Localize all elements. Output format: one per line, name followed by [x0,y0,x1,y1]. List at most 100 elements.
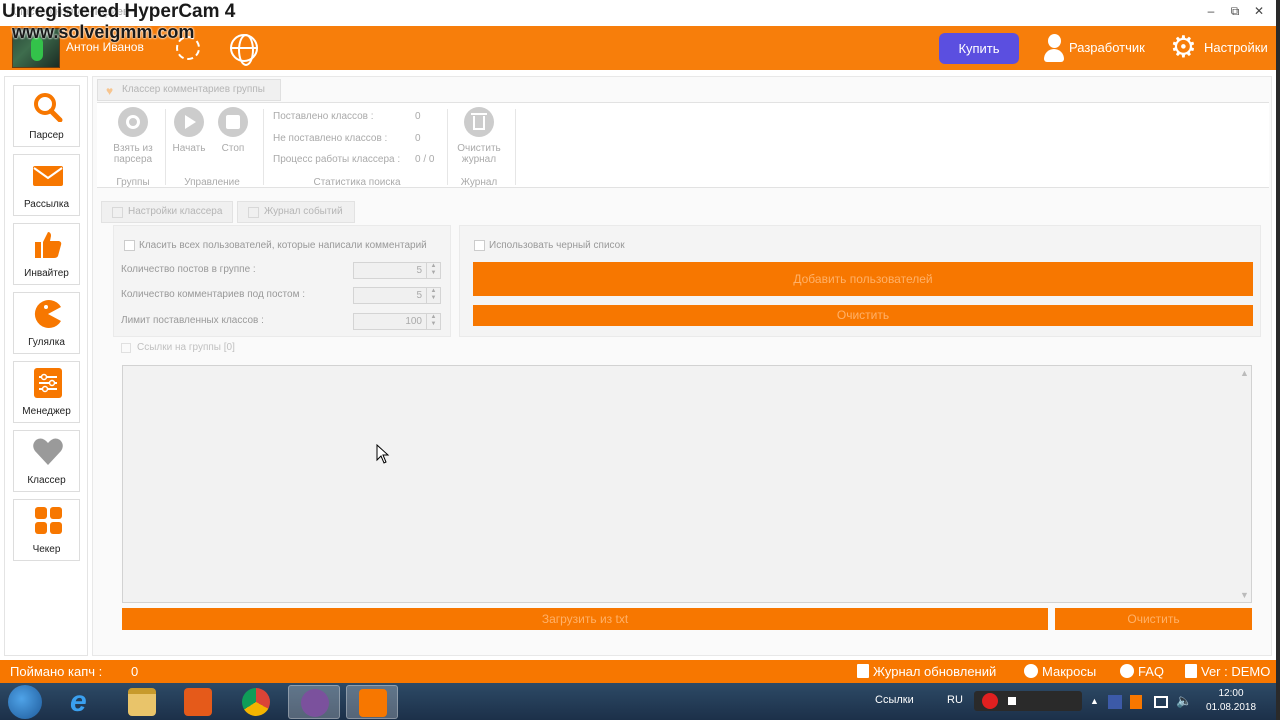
stop-button[interactable]: Стоп [215,107,251,154]
sidebar-item-parser[interactable]: Парсер [13,85,80,147]
title-bar: Классер комментариев – ⧉ ✕ [0,0,1276,26]
taskbar-app[interactable] [346,685,398,719]
settings-icon [112,207,123,218]
maximize-button[interactable]: ⧉ [1228,4,1242,18]
media-player-icon [184,688,212,716]
close-button[interactable]: ✕ [1252,4,1266,18]
macros-link[interactable]: Макросы [1024,664,1096,679]
blacklist-panel: Использовать черный список Добавить поль… [459,225,1261,337]
network-icon[interactable] [1154,696,1168,708]
sidebar-item-label: Парсер [29,130,64,141]
buy-button[interactable]: Купить [939,33,1019,64]
taskbar-media[interactable] [172,685,224,719]
stat-label: Процесс работы классера : [273,154,401,165]
group-links-textarea[interactable]: ▲ ▼ [122,365,1252,603]
stepper-value: 100 [405,316,422,327]
hypercam-controls[interactable] [974,691,1082,711]
sidebar-item-inviter[interactable]: Инвайтер [13,223,80,285]
scrollbar[interactable]: ▲ ▼ [1237,366,1251,602]
links-toolbar[interactable]: Ссылки [875,694,914,706]
search-icon [34,93,63,122]
tab-label: Настройки классера [128,206,223,217]
gear-icon: ⚙ [1170,31,1197,64]
sidebar-item-mailing[interactable]: Рассылка [13,154,80,216]
stop-icon[interactable] [1008,697,1016,705]
avatar[interactable] [12,28,60,68]
mail-icon [33,166,63,186]
version-label: Ver : DEMO [1201,664,1271,679]
button-label: парсера [113,154,153,165]
sliders-icon [34,368,62,398]
sidebar-item-klasser[interactable]: Классер [13,430,80,492]
taskbar-explorer[interactable] [116,685,168,719]
taskbar-clock[interactable]: 12:00 01.08.2018 [1196,687,1266,715]
developer-button[interactable]: Разработчик [1042,33,1152,63]
stepper-arrows-icon[interactable]: ▲ ▼ [426,314,440,329]
sidebar-item-label: Инвайтер [24,268,69,279]
button-label: Начать [172,143,206,154]
stat-label: Поставлено классов : [273,111,374,122]
tab-settings[interactable]: Настройки классера [101,201,233,223]
volume-icon[interactable]: 🔈 [1176,693,1192,709]
sidebar-item-label: Классер [27,475,66,486]
version-info: Ver : DEMO [1185,664,1270,679]
tab-label: Классер комментариев группы [122,84,265,95]
limit-stepper[interactable]: 100 ▲ ▼ [353,313,441,330]
pacman-icon [34,300,61,328]
comments-label: Количество комментариев под постом : [121,289,305,300]
stepper-arrows-icon[interactable]: ▲ ▼ [426,263,440,278]
scroll-up-icon[interactable]: ▲ [1240,368,1249,378]
sidebar-item-manager[interactable]: Менеджер [13,361,80,423]
ribbon-toolbar: Взять из парсера Начать Стоп Группы Упра… [97,102,1269,188]
loading-spinner-icon [176,36,200,60]
settings-label: Настройки [1204,40,1268,55]
taskbar-ie[interactable]: e [58,685,110,719]
folder-icon [128,688,156,716]
captcha-label: Поймано капч : [10,664,103,679]
button-label: журнал [461,154,497,165]
button-label: Очистить [457,143,501,154]
heart-icon: ♥ [106,84,114,98]
clear-blacklist-button[interactable]: Очистить [473,305,1253,326]
clear-log-button[interactable]: Очистить журнал [453,107,505,165]
class-all-checkbox[interactable] [124,240,135,251]
updates-log-link[interactable]: Журнал обновлений [857,664,996,679]
comments-stepper[interactable]: 5 ▲ ▼ [353,287,441,304]
limit-label: Лимит поставленных классов : [121,315,264,326]
macros-label: Макросы [1042,664,1097,679]
links-title: Ссылки на группы [0] [121,342,235,353]
stepper-arrows-icon[interactable]: ▲ ▼ [426,288,440,303]
start-button[interactable]: Начать [169,107,209,154]
link-icon [121,343,131,353]
add-users-button[interactable]: Добавить пользователей [473,262,1253,296]
minimize-button[interactable]: – [1204,4,1218,18]
tray-expand-icon[interactable]: ▲ [1090,696,1099,706]
tray-app-icon[interactable] [1130,695,1142,709]
start-button[interactable] [8,685,42,719]
document-icon [857,664,869,678]
faq-link[interactable]: FAQ [1120,664,1164,679]
record-icon[interactable] [982,693,998,709]
ie-icon: e [70,685,87,718]
load-from-txt-button[interactable]: Загрузить из txt [122,608,1048,630]
divider [263,109,264,185]
settings-button[interactable]: ⚙ Настройки [1170,33,1274,63]
taskbar-viber[interactable] [288,685,340,719]
tab-event-log[interactable]: Журнал событий [237,201,355,223]
sidebar-item-walker[interactable]: Гулялка [13,292,80,354]
chat-icon [1024,664,1038,678]
taskbar-chrome[interactable] [230,685,282,719]
sidebar-item-label: Чекер [32,544,61,555]
language-indicator[interactable]: RU [947,694,963,706]
posts-stepper[interactable]: 5 ▲ ▼ [353,262,441,279]
tab-klasser-comments[interactable]: ♥ Классер комментариев группы [97,79,281,101]
clear-links-button[interactable]: Очистить [1055,608,1252,630]
scroll-down-icon[interactable]: ▼ [1240,590,1249,600]
stepper-value: 5 [416,290,422,301]
sidebar-item-checker[interactable]: Чекер [13,499,80,561]
group-label: Группы [116,177,150,188]
globe-icon[interactable] [230,34,258,66]
take-from-parser-button[interactable]: Взять из парсера [105,107,161,165]
use-blacklist-checkbox[interactable] [474,240,485,251]
app-icon [359,689,387,717]
